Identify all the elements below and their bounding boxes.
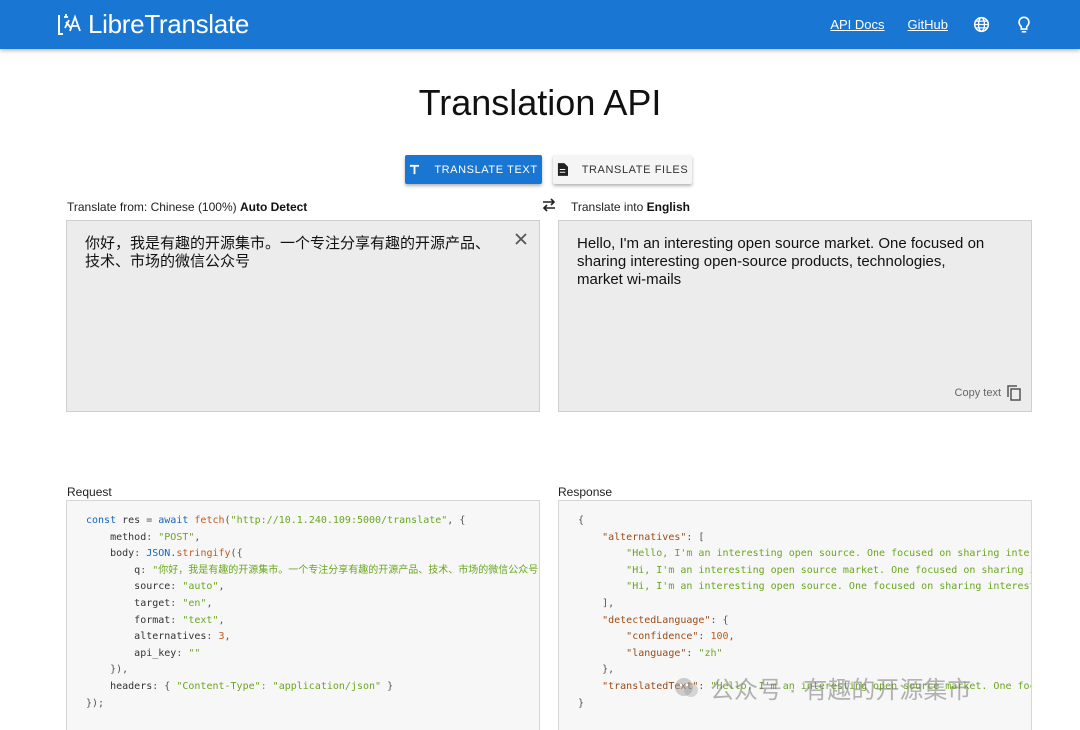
request-code-block[interactable]: const res = await fetch("http://10.1.240…: [66, 500, 540, 730]
source-language-label[interactable]: Translate from: Chinese (100%) Auto Dete…: [67, 200, 307, 214]
response-alt-1: "Hello, I'm an interesting open source. …: [626, 548, 1031, 560]
translate-files-label: TRANSLATE FILES: [581, 163, 689, 176]
page-title: Translation API: [418, 82, 662, 123]
target-language-prefix: Translate into: [571, 200, 644, 214]
request-headers: "Content-Type": "application/json": [176, 680, 382, 692]
response-alt-2: "Hi, I'm an interesting open source mark…: [626, 564, 1031, 576]
brand-logo[interactable]: LibreTranslate: [56, 8, 249, 40]
request-label: Request: [67, 485, 112, 499]
source-language-prefix: Translate from: Chinese (100%): [67, 200, 237, 214]
translate-text-label: TRANSLATE TEXT: [434, 163, 538, 176]
response-language: "zh": [698, 647, 723, 659]
response-alt-3: "Hi, I'm an interesting open source. One…: [626, 581, 1031, 593]
copy-icon: [1007, 385, 1021, 401]
top-app-bar: LibreTranslate API Docs GitHub: [0, 0, 1080, 49]
target-language-value: English: [646, 200, 690, 214]
request-url: "http://10.1.240.109:5000/translate": [230, 515, 448, 526]
translate-text-button[interactable]: TRANSLATE TEXT: [405, 155, 542, 184]
copy-text-button[interactable]: Copy text: [955, 385, 1021, 401]
request-format: "text": [182, 614, 219, 626]
request-method: "POST": [158, 531, 195, 543]
libretranslate-logo-icon: [58, 14, 81, 35]
request-source: "auto": [182, 581, 219, 593]
translate-files-button[interactable]: TRANSLATE FILES: [553, 155, 692, 184]
response-confidence: 100: [710, 631, 729, 643]
translated-text-area: Hello, I'm an interesting open source ma…: [558, 220, 1032, 412]
github-link[interactable]: GitHub: [908, 17, 948, 32]
request-api-key: "": [188, 647, 201, 659]
request-alternatives: 3: [218, 631, 225, 643]
wechat-icon: [675, 677, 698, 697]
close-icon[interactable]: [514, 232, 528, 246]
watermark-text: 公众号 · 有趣的开源集市: [710, 677, 972, 704]
source-text-area[interactable]: 你好，我是有趣的开源集市。一个专注分享有趣的开源产品、技术、市场的微信公众号: [66, 220, 540, 412]
swap-languages-icon[interactable]: [541, 197, 557, 213]
response-label: Response: [558, 485, 613, 499]
globe-icon[interactable]: [971, 15, 991, 35]
source-language-value: Auto Detect: [239, 200, 308, 214]
api-docs-link[interactable]: API Docs: [830, 17, 884, 32]
translated-text: Hello, I'm an interesting open source ma…: [577, 235, 985, 288]
brand-name: LibreTranslate: [88, 8, 250, 39]
top-nav: API Docs GitHub: [807, 0, 1034, 49]
source-text[interactable]: 你好，我是有趣的开源集市。一个专注分享有趣的开源产品、技术、市场的微信公众号: [85, 235, 499, 271]
text-format-icon: [410, 164, 420, 175]
target-language-label[interactable]: Translate into English: [571, 200, 690, 214]
request-target: "en": [182, 597, 207, 609]
request-q: "你好，我是有趣的开源集市。一个专注分享有趣的开源产品、技术、市场的微信公众号": [152, 564, 540, 576]
watermark: 公众号 · 有趣的开源集市: [672, 670, 971, 705]
lightbulb-icon[interactable]: [1014, 15, 1034, 35]
request-code: const res = await fetch("http://10.1.240…: [86, 513, 540, 712]
file-icon: [557, 163, 568, 176]
copy-text-label: Copy text: [954, 387, 1001, 399]
